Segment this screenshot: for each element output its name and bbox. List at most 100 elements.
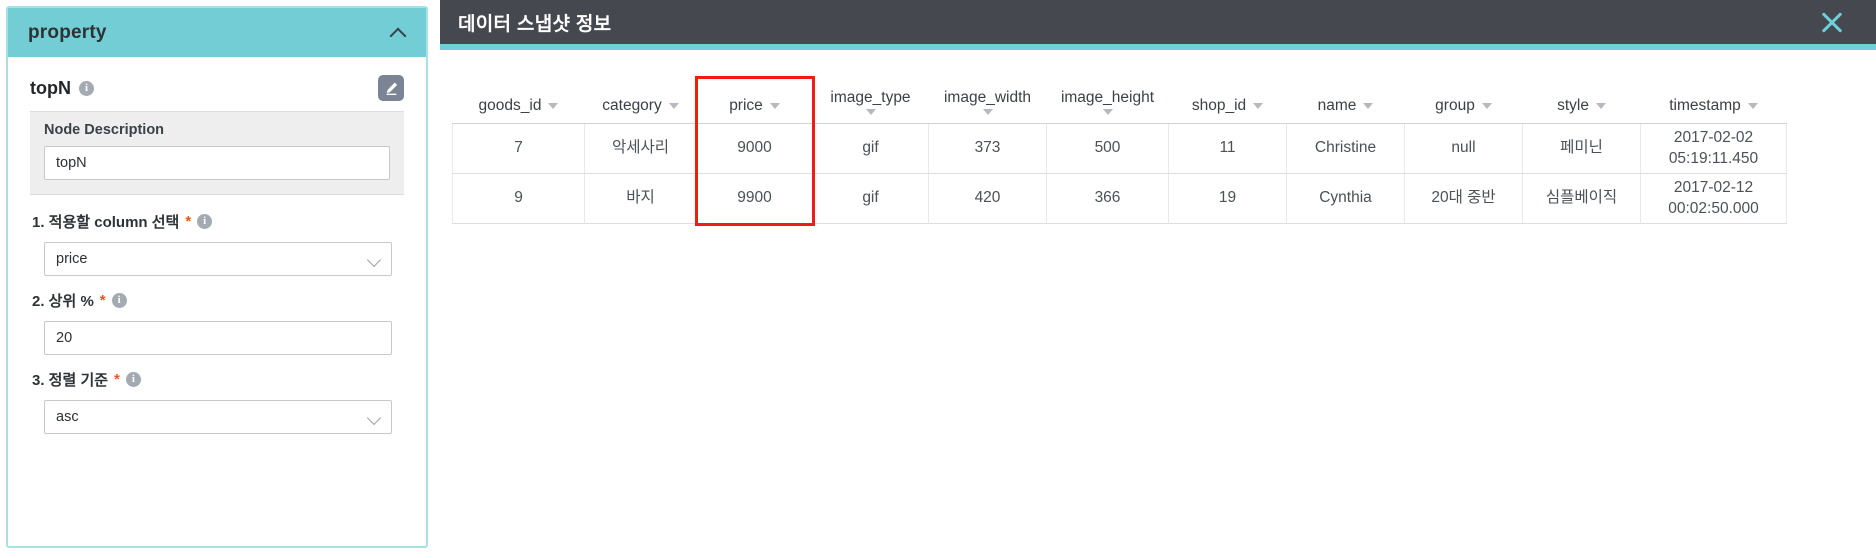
required-marker: *	[114, 371, 120, 388]
chevron-down-icon	[366, 410, 382, 426]
close-icon[interactable]	[1818, 8, 1846, 36]
node-description-label: Node Description	[44, 122, 165, 138]
field-sort-order-control: asc	[30, 400, 404, 434]
cell-timestamp: 2017-02-02 05:19:11.450	[1640, 123, 1787, 175]
dialog-titlebar: 데이터 스냅샷 정보	[440, 0, 1876, 44]
table-header-image_width[interactable]: image_width	[928, 88, 1047, 125]
node-name-label: topN	[30, 77, 71, 98]
table-header-label: price	[729, 97, 763, 114]
table-row: 9 바지 9900 gif 420 366 19 Cynthia 20대 중반 심플베이직 2017…	[452, 173, 1787, 225]
table-header-group[interactable]: group	[1404, 88, 1523, 125]
field-top-percent: 2. 상위 % * i	[30, 290, 404, 355]
snapshot-table-body: 7 악세사리 9000 gif 373 500 11 Christine null 페미닌 2017…	[452, 123, 1787, 225]
node-description-box: Node Description	[30, 111, 404, 195]
table-header-label: goods_id	[478, 97, 542, 114]
sort-caret-icon[interactable]	[1253, 102, 1264, 109]
info-icon[interactable]: i	[125, 372, 141, 387]
cell-shop_id: 19	[1168, 173, 1287, 225]
table-header-label: timestamp	[1669, 97, 1741, 114]
cell-group: null	[1404, 123, 1523, 175]
timestamp-date: 2017-02-02	[1673, 128, 1754, 146]
sort-caret-icon[interactable]	[1102, 109, 1113, 116]
property-panel-header: property	[8, 8, 426, 57]
sort-caret-icon[interactable]	[1595, 102, 1606, 109]
dialog-title: 데이터 스냅샷 정보	[458, 13, 612, 35]
field-sort-order-label: 3. 정렬 기준 * i	[30, 369, 404, 390]
top-percent-input[interactable]	[44, 321, 392, 355]
chevron-up-icon[interactable]	[390, 24, 408, 42]
table-row: 7 악세사리 9000 gif 373 500 11 Christine null 페미닌 2017…	[452, 123, 1787, 175]
field-column-select-label-text: 1. 적용할 column 선택	[32, 214, 180, 231]
table-header-label: image_height	[1060, 89, 1155, 106]
property-panel-body: topN i Node Description 1. 적용할 column 선택	[8, 57, 426, 546]
sort-caret-icon[interactable]	[865, 109, 876, 116]
cell-group: 20대 중반	[1404, 173, 1523, 225]
field-top-percent-control	[30, 321, 404, 355]
timestamp-time: 00:02:50.000	[1668, 199, 1759, 217]
required-marker: *	[99, 292, 106, 309]
field-top-percent-label: 2. 상위 % * i	[30, 290, 404, 311]
table-header-label: image_width	[943, 89, 1032, 106]
snapshot-table-head: goods_id category price image_type image_wid…	[452, 88, 1787, 125]
cell-price: 9900	[696, 173, 813, 225]
sort-order-dropdown[interactable]: asc	[44, 400, 392, 434]
table-header-goods_id[interactable]: goods_id	[452, 88, 585, 125]
table-header-name[interactable]: name	[1286, 88, 1405, 125]
table-header-label: style	[1557, 97, 1589, 114]
cell-price: 9000	[696, 123, 813, 175]
table-header-style[interactable]: style	[1522, 88, 1641, 125]
app-root: property topN i Node Description topN 1.…	[0, 0, 1876, 558]
table-header-label: shop_id	[1191, 97, 1247, 114]
cell-name: Christine	[1286, 123, 1405, 175]
field-top-percent-label-text: 2. 상위 %	[32, 293, 94, 310]
column-select-value: price	[56, 251, 88, 267]
table-header-image_height[interactable]: image_height	[1046, 88, 1169, 125]
node-description-input[interactable]	[44, 146, 390, 180]
info-icon[interactable]: i	[197, 214, 213, 229]
sort-caret-icon[interactable]	[769, 102, 780, 109]
cell-goods_id: 9	[452, 173, 585, 225]
sort-caret-icon[interactable]	[982, 109, 993, 116]
table-header-label: image_type	[830, 89, 911, 106]
table-header-label: name	[1317, 97, 1357, 114]
cell-timestamp: 2017-02-12 00:02:50.000	[1640, 173, 1787, 225]
cell-category: 악세사리	[584, 123, 697, 175]
table-header-shop_id[interactable]: shop_id	[1168, 88, 1287, 125]
timestamp-date: 2017-02-12	[1673, 178, 1754, 196]
required-marker: *	[185, 213, 192, 230]
sort-caret-icon[interactable]	[548, 102, 559, 109]
cell-shop_id: 11	[1168, 123, 1287, 175]
node-title-row: topN i	[30, 71, 404, 105]
pencil-edit-icon[interactable]	[378, 75, 404, 101]
cell-image_width: 373	[928, 123, 1047, 175]
field-column-select-label: 1. 적용할 column 선택 * i	[30, 211, 404, 232]
cell-image_width: 420	[928, 173, 1047, 225]
table-header-timestamp[interactable]: timestamp	[1640, 88, 1787, 125]
info-icon[interactable]: i	[111, 293, 127, 308]
table-header-label: group	[1435, 97, 1475, 114]
table-header-price[interactable]: price	[696, 88, 813, 125]
field-column-select: 1. 적용할 column 선택 * i price	[30, 211, 404, 276]
property-panel: property topN i Node Description topN 1.…	[6, 6, 428, 548]
chevron-down-icon	[366, 252, 382, 268]
cell-image_height: 500	[1046, 123, 1169, 175]
sort-caret-icon[interactable]	[1747, 102, 1758, 109]
sort-caret-icon[interactable]	[1481, 102, 1492, 109]
table-header-row: goods_id category price image_type image_wid…	[452, 88, 1787, 125]
cell-style: 페미닌	[1522, 123, 1641, 175]
snapshot-table: goods_id category price image_type image_wid…	[452, 88, 1787, 225]
sort-caret-icon[interactable]	[668, 102, 679, 109]
cell-image_type: gif	[812, 123, 929, 175]
sort-caret-icon[interactable]	[1363, 102, 1374, 109]
field-sort-order: 3. 정렬 기준 * i asc	[30, 369, 404, 434]
cell-name: Cynthia	[1286, 173, 1405, 225]
info-icon[interactable]: i	[78, 80, 94, 96]
table-header-category[interactable]: category	[584, 88, 697, 125]
field-sort-order-label-text: 3. 정렬 기준	[32, 372, 109, 389]
node-title-group: topN i	[30, 78, 94, 99]
table-header-label: category	[602, 97, 662, 114]
cell-image_height: 366	[1046, 173, 1169, 225]
column-select-dropdown[interactable]: price	[44, 242, 392, 276]
table-header-image_type[interactable]: image_type	[812, 88, 929, 125]
sort-order-value: asc	[56, 409, 79, 425]
